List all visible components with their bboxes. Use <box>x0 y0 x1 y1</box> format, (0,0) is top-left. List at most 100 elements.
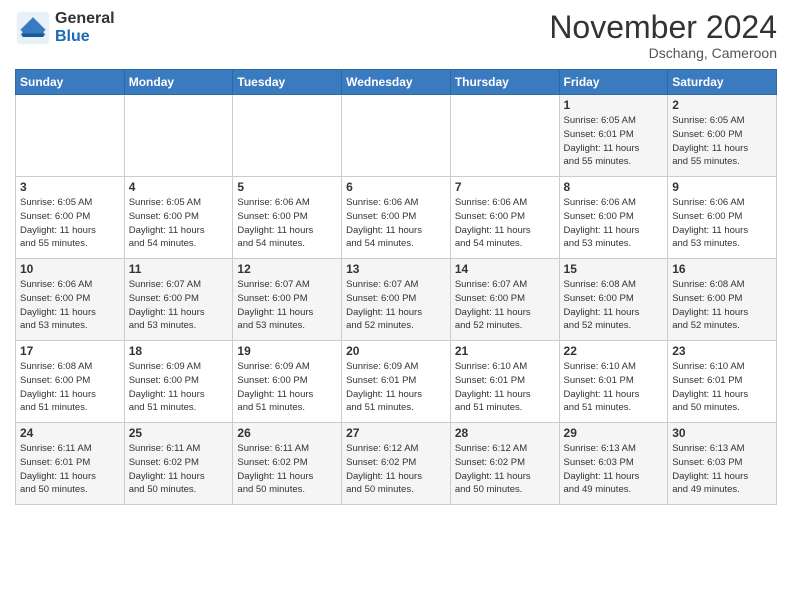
weekday-header-tuesday: Tuesday <box>233 70 342 95</box>
empty-cell <box>342 95 451 177</box>
day-info: Sunrise: 6:12 AM Sunset: 6:02 PM Dayligh… <box>346 442 446 497</box>
day-number: 22 <box>564 344 664 358</box>
day-cell-25: 25 Sunrise: 6:11 AM Sunset: 6:02 PM Dayli… <box>124 423 233 505</box>
weekday-header-monday: Monday <box>124 70 233 95</box>
day-info: Sunrise: 6:12 AM Sunset: 6:02 PM Dayligh… <box>455 442 555 497</box>
day-cell-17: 17Sunrise: 6:08 AM Sunset: 6:00 PM Dayli… <box>16 341 125 423</box>
day-info: Sunrise: 6:06 AM Sunset: 6:00 PM Dayligh… <box>346 196 446 251</box>
day-cell-3: 3Sunrise: 6:05 AM Sunset: 6:00 PM Daylig… <box>16 177 125 259</box>
day-info: Sunrise: 6:08 AM Sunset: 6:00 PM Dayligh… <box>672 278 772 333</box>
day-info: Sunrise: 6:08 AM Sunset: 6:00 PM Dayligh… <box>564 278 664 333</box>
day-cell-6: 6Sunrise: 6:06 AM Sunset: 6:00 PM Daylig… <box>342 177 451 259</box>
day-number: 11 <box>129 262 229 276</box>
weekday-header-sunday: Sunday <box>16 70 125 95</box>
day-cell-16: 16 Sunrise: 6:08 AM Sunset: 6:00 PM Dayli… <box>668 259 777 341</box>
day-info: Sunrise: 6:10 AM Sunset: 6:01 PM Dayligh… <box>455 360 555 415</box>
weekday-header-wednesday: Wednesday <box>342 70 451 95</box>
day-info: Sunrise: 6:10 AM Sunset: 6:01 PM Dayligh… <box>564 360 664 415</box>
day-info: Sunrise: 6:05 AM Sunset: 6:00 PM Dayligh… <box>129 196 229 251</box>
logo-blue-text: Blue <box>55 28 115 46</box>
day-number: 16 <box>672 262 772 276</box>
day-cell-13: 13 Sunrise: 6:07 AM Sunset: 6:00 PM Dayli… <box>342 259 451 341</box>
day-info: Sunrise: 6:06 AM Sunset: 6:00 PM Dayligh… <box>455 196 555 251</box>
day-cell-29: 29Sunrise: 6:13 AM Sunset: 6:03 PM Dayli… <box>559 423 668 505</box>
calendar-table: SundayMondayTuesdayWednesdayThursdayFrid… <box>15 69 777 505</box>
day-info: Sunrise: 6:07 AM Sunset: 6:00 PM Dayligh… <box>346 278 446 333</box>
day-number: 30 <box>672 426 772 440</box>
day-cell-21: 21 Sunrise: 6:10 AM Sunset: 6:01 PM Dayli… <box>450 341 559 423</box>
weekday-row: SundayMondayTuesdayWednesdayThursdayFrid… <box>16 70 777 95</box>
day-info: Sunrise: 6:10 AM Sunset: 6:01 PM Dayligh… <box>672 360 772 415</box>
day-number: 20 <box>346 344 446 358</box>
day-cell-24: 24 Sunrise: 6:11 AM Sunset: 6:01 PM Dayli… <box>16 423 125 505</box>
day-number: 8 <box>564 180 664 194</box>
day-cell-10: 10 Sunrise: 6:06 AM Sunset: 6:00 PM Dayli… <box>16 259 125 341</box>
day-number: 15 <box>564 262 664 276</box>
day-cell-8: 8 Sunrise: 6:06 AM Sunset: 6:00 PM Daylig… <box>559 177 668 259</box>
day-number: 18 <box>129 344 229 358</box>
location-title: Dschang, Cameroon <box>549 45 777 61</box>
week-row-3: 10 Sunrise: 6:06 AM Sunset: 6:00 PM Dayli… <box>16 259 777 341</box>
day-cell-30: 30 Sunrise: 6:13 AM Sunset: 6:03 PM Dayli… <box>668 423 777 505</box>
day-cell-5: 5 Sunrise: 6:06 AM Sunset: 6:00 PM Daylig… <box>233 177 342 259</box>
day-number: 10 <box>20 262 120 276</box>
header: General Blue November 2024 Dschang, Came… <box>15 10 777 61</box>
day-cell-28: 28Sunrise: 6:12 AM Sunset: 6:02 PM Dayli… <box>450 423 559 505</box>
weekday-header-thursday: Thursday <box>450 70 559 95</box>
day-info: Sunrise: 6:08 AM Sunset: 6:00 PM Dayligh… <box>20 360 120 415</box>
day-number: 5 <box>237 180 337 194</box>
day-info: Sunrise: 6:09 AM Sunset: 6:01 PM Dayligh… <box>346 360 446 415</box>
logo: General Blue <box>15 10 115 46</box>
day-number: 19 <box>237 344 337 358</box>
day-number: 23 <box>672 344 772 358</box>
day-info: Sunrise: 6:06 AM Sunset: 6:00 PM Dayligh… <box>237 196 337 251</box>
week-row-2: 3 Sunrise: 6:05 AM Sunset: 6:00 PM Daylig… <box>16 177 777 259</box>
day-info: Sunrise: 6:09 AM Sunset: 6:00 PM Dayligh… <box>237 360 337 415</box>
day-number: 4 <box>129 180 229 194</box>
day-number: 27 <box>346 426 446 440</box>
day-cell-20: 20 Sunrise: 6:09 AM Sunset: 6:01 PM Dayli… <box>342 341 451 423</box>
day-info: Sunrise: 6:13 AM Sunset: 6:03 PM Dayligh… <box>564 442 664 497</box>
week-row-1: 1Sunrise: 6:05 AM Sunset: 6:01 PM Daylig… <box>16 95 777 177</box>
day-cell-26: 26 Sunrise: 6:11 AM Sunset: 6:02 PM Dayli… <box>233 423 342 505</box>
empty-cell <box>124 95 233 177</box>
day-number: 14 <box>455 262 555 276</box>
day-info: Sunrise: 6:06 AM Sunset: 6:00 PM Dayligh… <box>564 196 664 251</box>
day-number: 3 <box>20 180 120 194</box>
day-number: 12 <box>237 262 337 276</box>
day-cell-1: 1Sunrise: 6:05 AM Sunset: 6:01 PM Daylig… <box>559 95 668 177</box>
day-info: Sunrise: 6:11 AM Sunset: 6:02 PM Dayligh… <box>237 442 337 497</box>
calendar-header: SundayMondayTuesdayWednesdayThursdayFrid… <box>16 70 777 95</box>
day-cell-4: 4 Sunrise: 6:05 AM Sunset: 6:00 PM Daylig… <box>124 177 233 259</box>
day-number: 21 <box>455 344 555 358</box>
day-number: 26 <box>237 426 337 440</box>
day-number: 9 <box>672 180 772 194</box>
day-cell-18: 18 Sunrise: 6:09 AM Sunset: 6:00 PM Dayli… <box>124 341 233 423</box>
day-cell-14: 14Sunrise: 6:07 AM Sunset: 6:00 PM Dayli… <box>450 259 559 341</box>
weekday-header-friday: Friday <box>559 70 668 95</box>
day-number: 24 <box>20 426 120 440</box>
day-info: Sunrise: 6:07 AM Sunset: 6:00 PM Dayligh… <box>129 278 229 333</box>
day-info: Sunrise: 6:13 AM Sunset: 6:03 PM Dayligh… <box>672 442 772 497</box>
empty-cell <box>450 95 559 177</box>
day-info: Sunrise: 6:11 AM Sunset: 6:01 PM Dayligh… <box>20 442 120 497</box>
day-info: Sunrise: 6:09 AM Sunset: 6:00 PM Dayligh… <box>129 360 229 415</box>
day-cell-11: 11 Sunrise: 6:07 AM Sunset: 6:00 PM Dayli… <box>124 259 233 341</box>
day-cell-7: 7 Sunrise: 6:06 AM Sunset: 6:00 PM Daylig… <box>450 177 559 259</box>
day-number: 25 <box>129 426 229 440</box>
weekday-header-saturday: Saturday <box>668 70 777 95</box>
day-number: 7 <box>455 180 555 194</box>
calendar-body: 1Sunrise: 6:05 AM Sunset: 6:01 PM Daylig… <box>16 95 777 505</box>
title-block: November 2024 Dschang, Cameroon <box>549 10 777 61</box>
day-number: 13 <box>346 262 446 276</box>
day-cell-9: 9Sunrise: 6:06 AM Sunset: 6:00 PM Daylig… <box>668 177 777 259</box>
day-cell-27: 27 Sunrise: 6:12 AM Sunset: 6:02 PM Dayli… <box>342 423 451 505</box>
day-info: Sunrise: 6:05 AM Sunset: 6:01 PM Dayligh… <box>564 114 664 169</box>
day-info: Sunrise: 6:05 AM Sunset: 6:00 PM Dayligh… <box>672 114 772 169</box>
empty-cell <box>16 95 125 177</box>
day-cell-15: 15 Sunrise: 6:08 AM Sunset: 6:00 PM Dayli… <box>559 259 668 341</box>
day-cell-22: 22 Sunrise: 6:10 AM Sunset: 6:01 PM Dayli… <box>559 341 668 423</box>
logo-general-text: General <box>55 10 115 28</box>
day-info: Sunrise: 6:11 AM Sunset: 6:02 PM Dayligh… <box>129 442 229 497</box>
day-info: Sunrise: 6:06 AM Sunset: 6:00 PM Dayligh… <box>20 278 120 333</box>
